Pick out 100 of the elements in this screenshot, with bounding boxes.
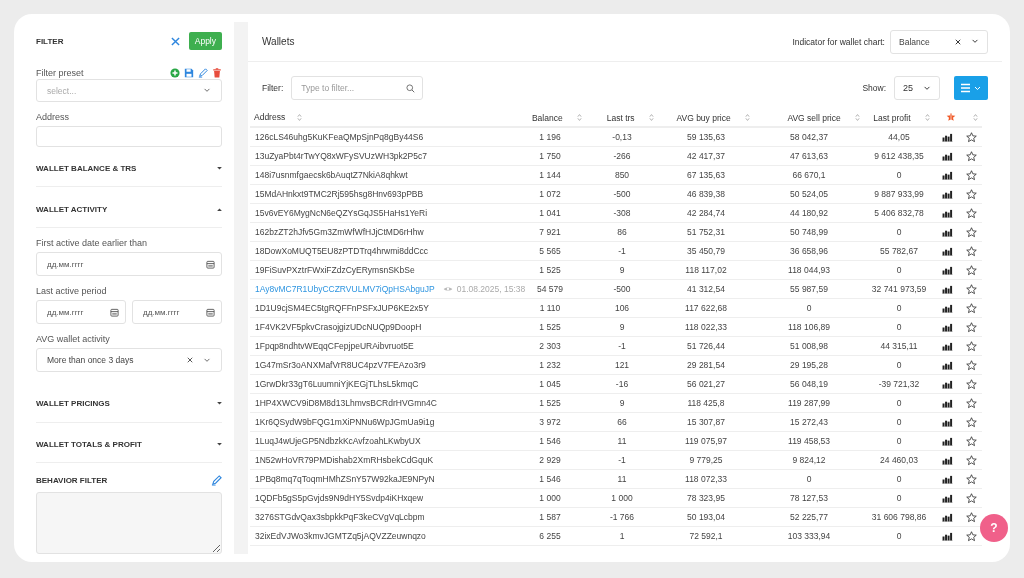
bar-chart-icon[interactable]	[941, 456, 953, 466]
table-cell: 118 044,93	[754, 260, 864, 280]
star-icon[interactable]	[965, 473, 977, 485]
bar-chart-icon[interactable]	[941, 399, 953, 409]
bar-chart-icon[interactable]	[941, 228, 953, 238]
star-icon[interactable]	[965, 378, 977, 390]
bar-chart-icon[interactable]	[941, 323, 953, 333]
star-icon[interactable]	[965, 530, 977, 542]
table-cell: 1 525	[514, 260, 586, 280]
bar-chart-icon[interactable]	[941, 380, 953, 390]
search-icon[interactable]	[406, 83, 416, 93]
column-header[interactable]: AVG sell price	[754, 108, 864, 127]
table-cell: 51 008,98	[754, 336, 864, 356]
bar-chart-icon[interactable]	[941, 266, 953, 276]
column-header[interactable]: Last profit	[864, 108, 934, 127]
behavior-filter-field[interactable]	[36, 491, 222, 554]
field-label: AVG wallet activity	[36, 334, 111, 345]
bar-chart-icon[interactable]	[941, 513, 953, 523]
activity-select[interactable]: More than once 3 days	[36, 348, 222, 373]
star-icon[interactable]	[965, 492, 977, 504]
save-icon[interactable]	[184, 67, 194, 78]
date-field[interactable]: дд.мм.гггг	[36, 300, 126, 325]
star-icon[interactable]	[965, 245, 977, 257]
chevron-down-icon	[971, 39, 979, 44]
column-header[interactable]: Address	[250, 108, 514, 127]
wallet-address: 1F4VK2VF5pkvCrasojgizUDcNUQp9DoopH	[255, 322, 422, 332]
close-icon[interactable]	[170, 36, 180, 46]
star-icon[interactable]	[965, 340, 977, 352]
wallet-address: 1Fpqp8ndhtvWEqqCFepjpeURAibvruot5E	[255, 341, 414, 351]
star-icon[interactable]	[946, 112, 956, 123]
field-label: First active date earlier than	[36, 238, 149, 249]
star-icon[interactable]	[965, 131, 977, 143]
bar-chart-icon[interactable]	[941, 304, 953, 314]
star-icon[interactable]	[965, 454, 977, 466]
star-icon[interactable]	[965, 416, 977, 428]
table-cell: 59 135,63	[658, 127, 754, 147]
show-label: Show:	[862, 83, 886, 93]
menu-button[interactable]	[954, 76, 988, 100]
add-icon[interactable]	[170, 67, 180, 78]
table-cell: 5 406 832,78	[864, 203, 934, 223]
search-field[interactable]: Type to filter...	[291, 76, 424, 100]
calendar-icon[interactable]	[206, 259, 215, 269]
bar-chart-icon[interactable]	[941, 418, 953, 428]
star-icon[interactable]	[965, 150, 977, 162]
indicator-select[interactable]: Balance	[890, 29, 988, 54]
bar-chart-icon[interactable]	[941, 475, 953, 485]
star-icon[interactable]	[965, 283, 977, 295]
table-cell: 1 232	[514, 355, 586, 375]
table-cell: 44 315,11	[864, 336, 934, 356]
section-header[interactable]: WALLET PRICINGS	[36, 386, 222, 423]
bar-chart-icon[interactable]	[941, 361, 953, 371]
table-cell: 1 000	[586, 488, 658, 508]
section-header[interactable]: WALLET BALANCE & TRS	[36, 150, 222, 188]
field-label: Last active period	[36, 286, 108, 297]
star-icon[interactable]	[965, 169, 977, 181]
bar-chart-icon[interactable]	[941, 494, 953, 504]
table-cell: 0	[864, 165, 934, 185]
star-icon[interactable]	[965, 207, 977, 219]
star-icon[interactable]	[965, 321, 977, 333]
bar-chart-icon[interactable]	[941, 437, 953, 447]
bar-chart-icon[interactable]	[941, 171, 953, 181]
bar-chart-icon[interactable]	[941, 285, 953, 295]
bar-chart-icon[interactable]	[941, 133, 953, 143]
bar-chart-icon[interactable]	[941, 532, 953, 542]
column-header[interactable]: Balance	[514, 108, 586, 127]
bar-chart-icon[interactable]	[941, 152, 953, 162]
bar-chart-icon[interactable]	[941, 342, 953, 352]
address-field[interactable]	[36, 125, 222, 147]
bar-chart-icon[interactable]	[941, 247, 953, 257]
table-cell: 78 323,95	[658, 488, 754, 508]
bar-chart-icon[interactable]	[941, 190, 953, 200]
table-cell: 119 075,97	[658, 431, 754, 451]
star-icon[interactable]	[965, 226, 977, 238]
star-icon[interactable]	[965, 435, 977, 447]
date-field[interactable]: дд.мм.гггг	[36, 252, 222, 277]
wallet-address: 1D1U9cjSM4EC5tgRQFFnPSFxJUP6KE2x5Y	[255, 303, 429, 313]
column-header[interactable]: Last trs	[586, 108, 658, 127]
table-cell: 11	[586, 431, 658, 451]
star-icon[interactable]	[965, 397, 977, 409]
column-header[interactable]: AVG buy price	[658, 108, 754, 127]
star-icon[interactable]	[965, 264, 977, 276]
star-icon[interactable]	[965, 302, 977, 314]
star-icon[interactable]	[965, 188, 977, 200]
clear-icon[interactable]	[955, 38, 961, 45]
star-icon[interactable]	[965, 511, 977, 523]
page-size-select[interactable]: 25	[894, 76, 940, 100]
section-header[interactable]: WALLET TOTALS & PROFIT	[36, 426, 222, 464]
clear-icon[interactable]	[187, 357, 193, 364]
section-header[interactable]: WALLET ACTIVITY	[36, 191, 222, 229]
table-cell: 121	[586, 355, 658, 375]
bar-chart-icon[interactable]	[941, 209, 953, 219]
calendar-icon[interactable]	[206, 307, 215, 317]
delete-icon[interactable]	[212, 67, 222, 78]
edit-icon[interactable]	[211, 475, 222, 486]
wallet-address: 1QDFb5gS5pGvjds9N9dHY5Svdp4iKHxqew	[255, 493, 424, 503]
table-cell: 55 987,59	[754, 279, 864, 299]
calendar-icon[interactable]	[110, 307, 119, 317]
table-cell: 1 144	[514, 165, 586, 185]
star-icon[interactable]	[965, 359, 977, 371]
date-field[interactable]: дд.мм.гггг	[132, 300, 222, 325]
